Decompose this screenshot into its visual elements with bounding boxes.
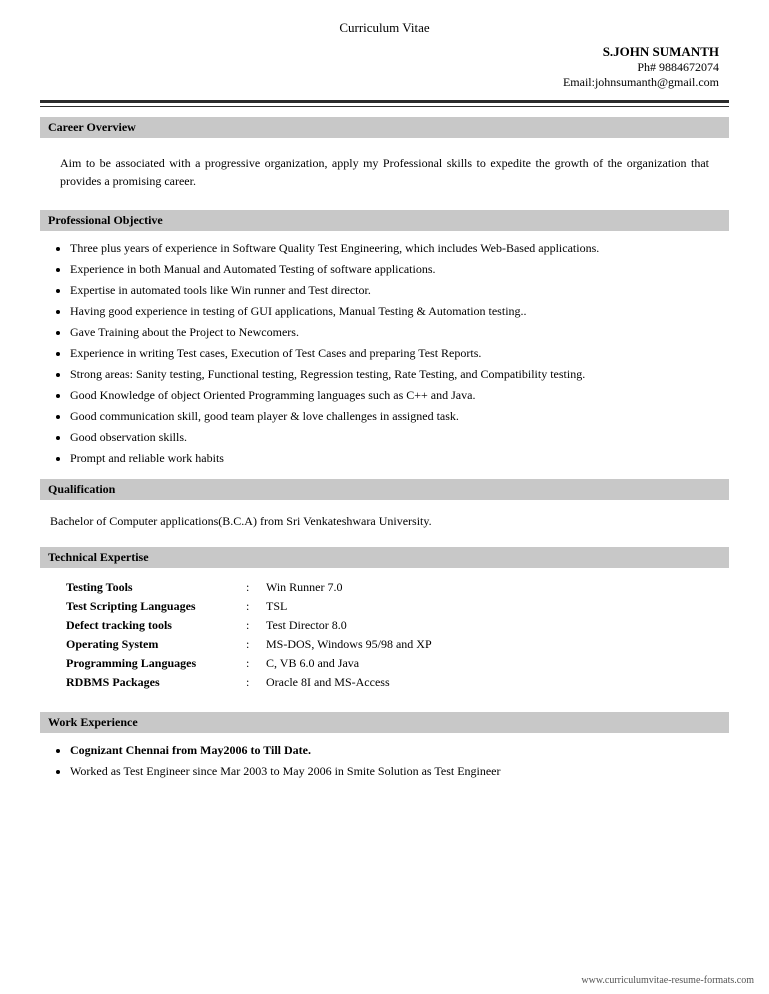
footer-url: www.curriculumvitae-resume-formats.com	[581, 975, 754, 986]
professional-objective-section: Professional Objective Three plus years …	[40, 210, 729, 467]
work-experience-header: Work Experience	[40, 712, 729, 733]
tech-value: Oracle 8I and MS-Access	[260, 673, 560, 692]
tech-value: Win Runner 7.0	[260, 578, 560, 597]
list-item: Strong areas: Sanity testing, Functional…	[70, 365, 729, 383]
table-row: RDBMS Packages : Oracle 8I and MS-Access	[60, 673, 560, 692]
list-item: Good observation skills.	[70, 428, 729, 446]
list-item: Prompt and reliable work habits	[70, 449, 729, 467]
tech-table: Testing Tools : Win Runner 7.0 Test Scri…	[60, 578, 560, 692]
tech-value: Test Director 8.0	[260, 616, 560, 635]
table-row: Defect tracking tools : Test Director 8.…	[60, 616, 560, 635]
list-item: Three plus years of experience in Softwa…	[70, 239, 729, 257]
list-item: Good Knowledge of object Oriented Progra…	[70, 386, 729, 404]
resume-page: Curriculum Vitae S.JOHN SUMANTH Ph# 9884…	[0, 0, 769, 994]
tech-value: MS-DOS, Windows 95/98 and XP	[260, 635, 560, 654]
career-overview-text: Aim to be associated with a progressive …	[40, 146, 729, 198]
contact-info: S.JOHN SUMANTH Ph# 9884672074 Email:john…	[40, 44, 729, 90]
list-item: Experience in both Manual and Automated …	[70, 260, 729, 278]
cv-header: Curriculum Vitae	[40, 20, 729, 36]
technical-expertise-section: Technical Expertise Testing Tools : Win …	[40, 547, 729, 692]
tech-label: RDBMS Packages	[60, 673, 240, 692]
tech-colon: :	[240, 597, 260, 616]
tech-colon: :	[240, 616, 260, 635]
tech-label: Operating System	[60, 635, 240, 654]
list-item: Expertise in automated tools like Win ru…	[70, 281, 729, 299]
work-experience-section: Work Experience Cognizant Chennai from M…	[40, 712, 729, 780]
career-overview-header: Career Overview	[40, 117, 729, 138]
table-row: Programming Languages : C, VB 6.0 and Ja…	[60, 654, 560, 673]
career-overview-section: Career Overview Aim to be associated wit…	[40, 117, 729, 198]
qualification-text: Bachelor of Computer applications(B.C.A)…	[40, 508, 729, 535]
header-separator-thin	[40, 106, 729, 107]
candidate-name: S.JOHN SUMANTH	[40, 44, 719, 60]
professional-objective-header: Professional Objective	[40, 210, 729, 231]
technical-expertise-header: Technical Expertise	[40, 547, 729, 568]
tech-colon: :	[240, 654, 260, 673]
tech-label: Testing Tools	[60, 578, 240, 597]
tech-label: Test Scripting Languages	[60, 597, 240, 616]
list-item: Experience in writing Test cases, Execut…	[70, 344, 729, 362]
tech-colon: :	[240, 673, 260, 692]
list-item: Worked as Test Engineer since Mar 2003 t…	[70, 762, 729, 780]
table-row: Operating System : MS-DOS, Windows 95/98…	[60, 635, 560, 654]
tech-label: Programming Languages	[60, 654, 240, 673]
qualification-header: Qualification	[40, 479, 729, 500]
list-item: Cognizant Chennai from May2006 to Till D…	[70, 741, 729, 759]
list-item: Gave Training about the Project to Newco…	[70, 323, 729, 341]
tech-value: C, VB 6.0 and Java	[260, 654, 560, 673]
cv-title: Curriculum Vitae	[40, 20, 729, 36]
email-address: Email:johnsumanth@gmail.com	[40, 75, 719, 90]
tech-label: Defect tracking tools	[60, 616, 240, 635]
tech-colon: :	[240, 635, 260, 654]
table-row: Testing Tools : Win Runner 7.0	[60, 578, 560, 597]
header-separator-thick	[40, 100, 729, 103]
tech-value: TSL	[260, 597, 560, 616]
list-item: Having good experience in testing of GUI…	[70, 302, 729, 320]
qualification-section: Qualification Bachelor of Computer appli…	[40, 479, 729, 535]
tech-colon: :	[240, 578, 260, 597]
table-row: Test Scripting Languages : TSL	[60, 597, 560, 616]
phone-number: Ph# 9884672074	[40, 60, 719, 75]
list-item: Good communication skill, good team play…	[70, 407, 729, 425]
professional-objective-list: Three plus years of experience in Softwa…	[40, 239, 729, 467]
work-experience-list: Cognizant Chennai from May2006 to Till D…	[40, 741, 729, 780]
